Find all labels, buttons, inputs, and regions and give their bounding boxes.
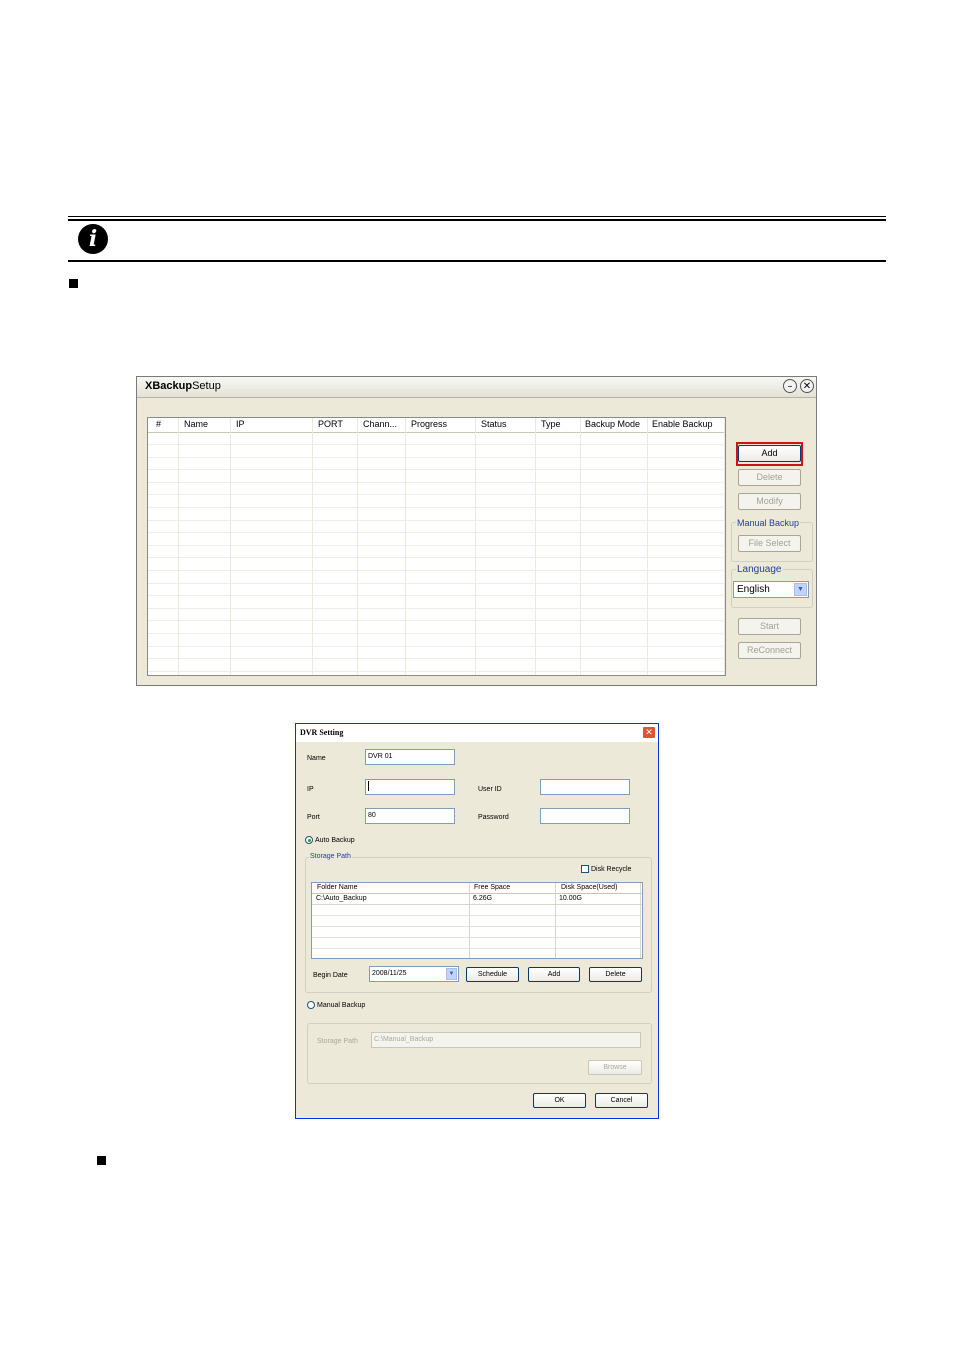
grid-row-line — [148, 444, 725, 445]
bullet-square — [69, 279, 78, 288]
table-header: # Name IP PORT Chann... Progress Status … — [148, 418, 725, 433]
bullet-square — [97, 1156, 106, 1165]
grid-row-line — [148, 494, 725, 496]
title-bar: XBackupSetup – ✕ — [137, 377, 816, 398]
column-header[interactable]: Folder Name — [317, 884, 357, 891]
grid-row-line — [148, 607, 725, 609]
dvr-setting-dialog: DVR Setting ✕ Name DVR 01 IP User ID Por… — [295, 723, 659, 1119]
window-title: XBackupSetup — [145, 380, 221, 392]
delete-button[interactable]: Delete — [589, 967, 642, 982]
column-header[interactable]: Enable Backup — [652, 419, 713, 429]
grid-row-line — [148, 582, 725, 584]
port-label: Port — [307, 814, 320, 821]
language-value: English — [737, 584, 770, 595]
schedule-button[interactable]: Schedule — [466, 967, 519, 982]
grid-row-line — [148, 469, 725, 471]
ok-button[interactable]: OK — [533, 1093, 586, 1108]
column-header[interactable]: Backup Mode — [585, 419, 640, 429]
ip-input[interactable] — [365, 779, 455, 795]
manual-storage-path-label: Storage Path — [317, 1038, 358, 1045]
disk-recycle-checkbox[interactable] — [581, 865, 589, 873]
userid-input[interactable] — [540, 779, 630, 795]
begin-date-select[interactable]: 2008/11/25 ▼ — [369, 966, 459, 982]
begin-date-label: Begin Date — [313, 972, 348, 979]
disk-recycle-label[interactable]: Disk Recycle — [591, 866, 631, 873]
grid-row-line — [148, 544, 725, 546]
language-select[interactable]: English ▼ — [733, 581, 809, 598]
grid-row-line — [148, 570, 725, 571]
grid-row-line — [148, 633, 725, 634]
name-input[interactable]: DVR 01 — [365, 749, 455, 765]
xbackupsetup-window: XBackupSetup – ✕ # Name IP PORT Chann...… — [136, 376, 817, 686]
column-header[interactable]: Name — [184, 419, 208, 429]
manual-backup-label[interactable]: Manual Backup — [317, 1002, 365, 1009]
grid-row-line — [148, 519, 725, 521]
grid-row-line — [148, 620, 725, 622]
grid-row-line — [148, 658, 725, 660]
grid-row-line — [148, 595, 725, 597]
ip-label: IP — [307, 786, 314, 793]
storage-path-label: Storage Path — [309, 853, 352, 860]
dialog-title: DVR Setting — [300, 728, 344, 737]
delete-button[interactable]: Delete — [738, 469, 801, 486]
column-header[interactable]: Disk Space(Used) — [561, 884, 617, 891]
reconnect-button[interactable]: ReConnect — [738, 642, 801, 659]
folder-cell: C:\Auto_Backup — [316, 895, 367, 902]
grid-row-line — [148, 557, 725, 559]
note-rule-bottom — [68, 260, 886, 262]
free-space-cell: 6.26G — [473, 895, 493, 902]
column-header[interactable]: Free Space — [474, 884, 510, 891]
used-space-cell: 10.00G — [559, 895, 582, 902]
name-label: Name — [307, 755, 326, 762]
column-header[interactable]: Status — [481, 419, 507, 429]
title-bar: DVR Setting ✕ — [296, 724, 658, 742]
grid-row-line — [148, 670, 725, 672]
minimize-icon[interactable]: – — [783, 379, 797, 393]
manual-backup-label: Manual Backup — [736, 518, 801, 528]
add-button[interactable]: Add — [528, 967, 580, 982]
port-input[interactable]: 80 — [365, 808, 455, 824]
grid-row-line — [148, 532, 725, 534]
column-header[interactable]: # — [156, 419, 161, 429]
close-icon[interactable]: ✕ — [800, 379, 814, 393]
language-label: Language — [736, 564, 783, 575]
dvr-list-table[interactable]: # Name IP PORT Chann... Progress Status … — [147, 417, 726, 676]
close-icon[interactable]: ✕ — [642, 726, 656, 739]
table-row[interactable]: C:\Auto_Backup 6.26G 10.00G — [312, 894, 642, 904]
grid-row-line — [148, 507, 725, 508]
manual-storage-path-input[interactable]: C:\Manual_Backup — [371, 1032, 641, 1048]
column-header[interactable]: PORT — [318, 419, 343, 429]
table-header: Folder Name Free Space Disk Space(Used) — [312, 883, 642, 894]
modify-button[interactable]: Modify — [738, 493, 801, 510]
column-header[interactable]: IP — [236, 419, 245, 429]
grid-row-line — [148, 481, 725, 483]
browse-button[interactable]: Browse — [588, 1060, 642, 1075]
note-rule-top-thick — [68, 219, 886, 221]
password-input[interactable] — [540, 808, 630, 824]
column-header[interactable]: Chann... — [363, 419, 397, 429]
cancel-button[interactable]: Cancel — [595, 1093, 648, 1108]
file-select-button[interactable]: File Select — [738, 535, 801, 552]
chevron-down-icon[interactable]: ▼ — [794, 583, 807, 596]
note-rule-top — [68, 216, 886, 217]
manual-backup-radio[interactable] — [307, 1001, 315, 1009]
column-header[interactable]: Type — [541, 419, 561, 429]
start-button[interactable]: Start — [738, 618, 801, 635]
chevron-down-icon[interactable]: ▼ — [446, 968, 457, 980]
column-header[interactable]: Progress — [411, 419, 447, 429]
grid-row-line — [148, 645, 725, 647]
add-button[interactable]: Add — [738, 445, 801, 462]
storage-list[interactable]: Folder Name Free Space Disk Space(Used) … — [311, 882, 643, 959]
userid-label: User ID — [478, 786, 502, 793]
grid-row-line — [148, 456, 725, 458]
password-label: Password — [478, 814, 509, 821]
info-icon: i — [78, 224, 108, 254]
auto-backup-label[interactable]: Auto Backup — [315, 837, 355, 844]
auto-backup-radio[interactable] — [305, 836, 313, 844]
